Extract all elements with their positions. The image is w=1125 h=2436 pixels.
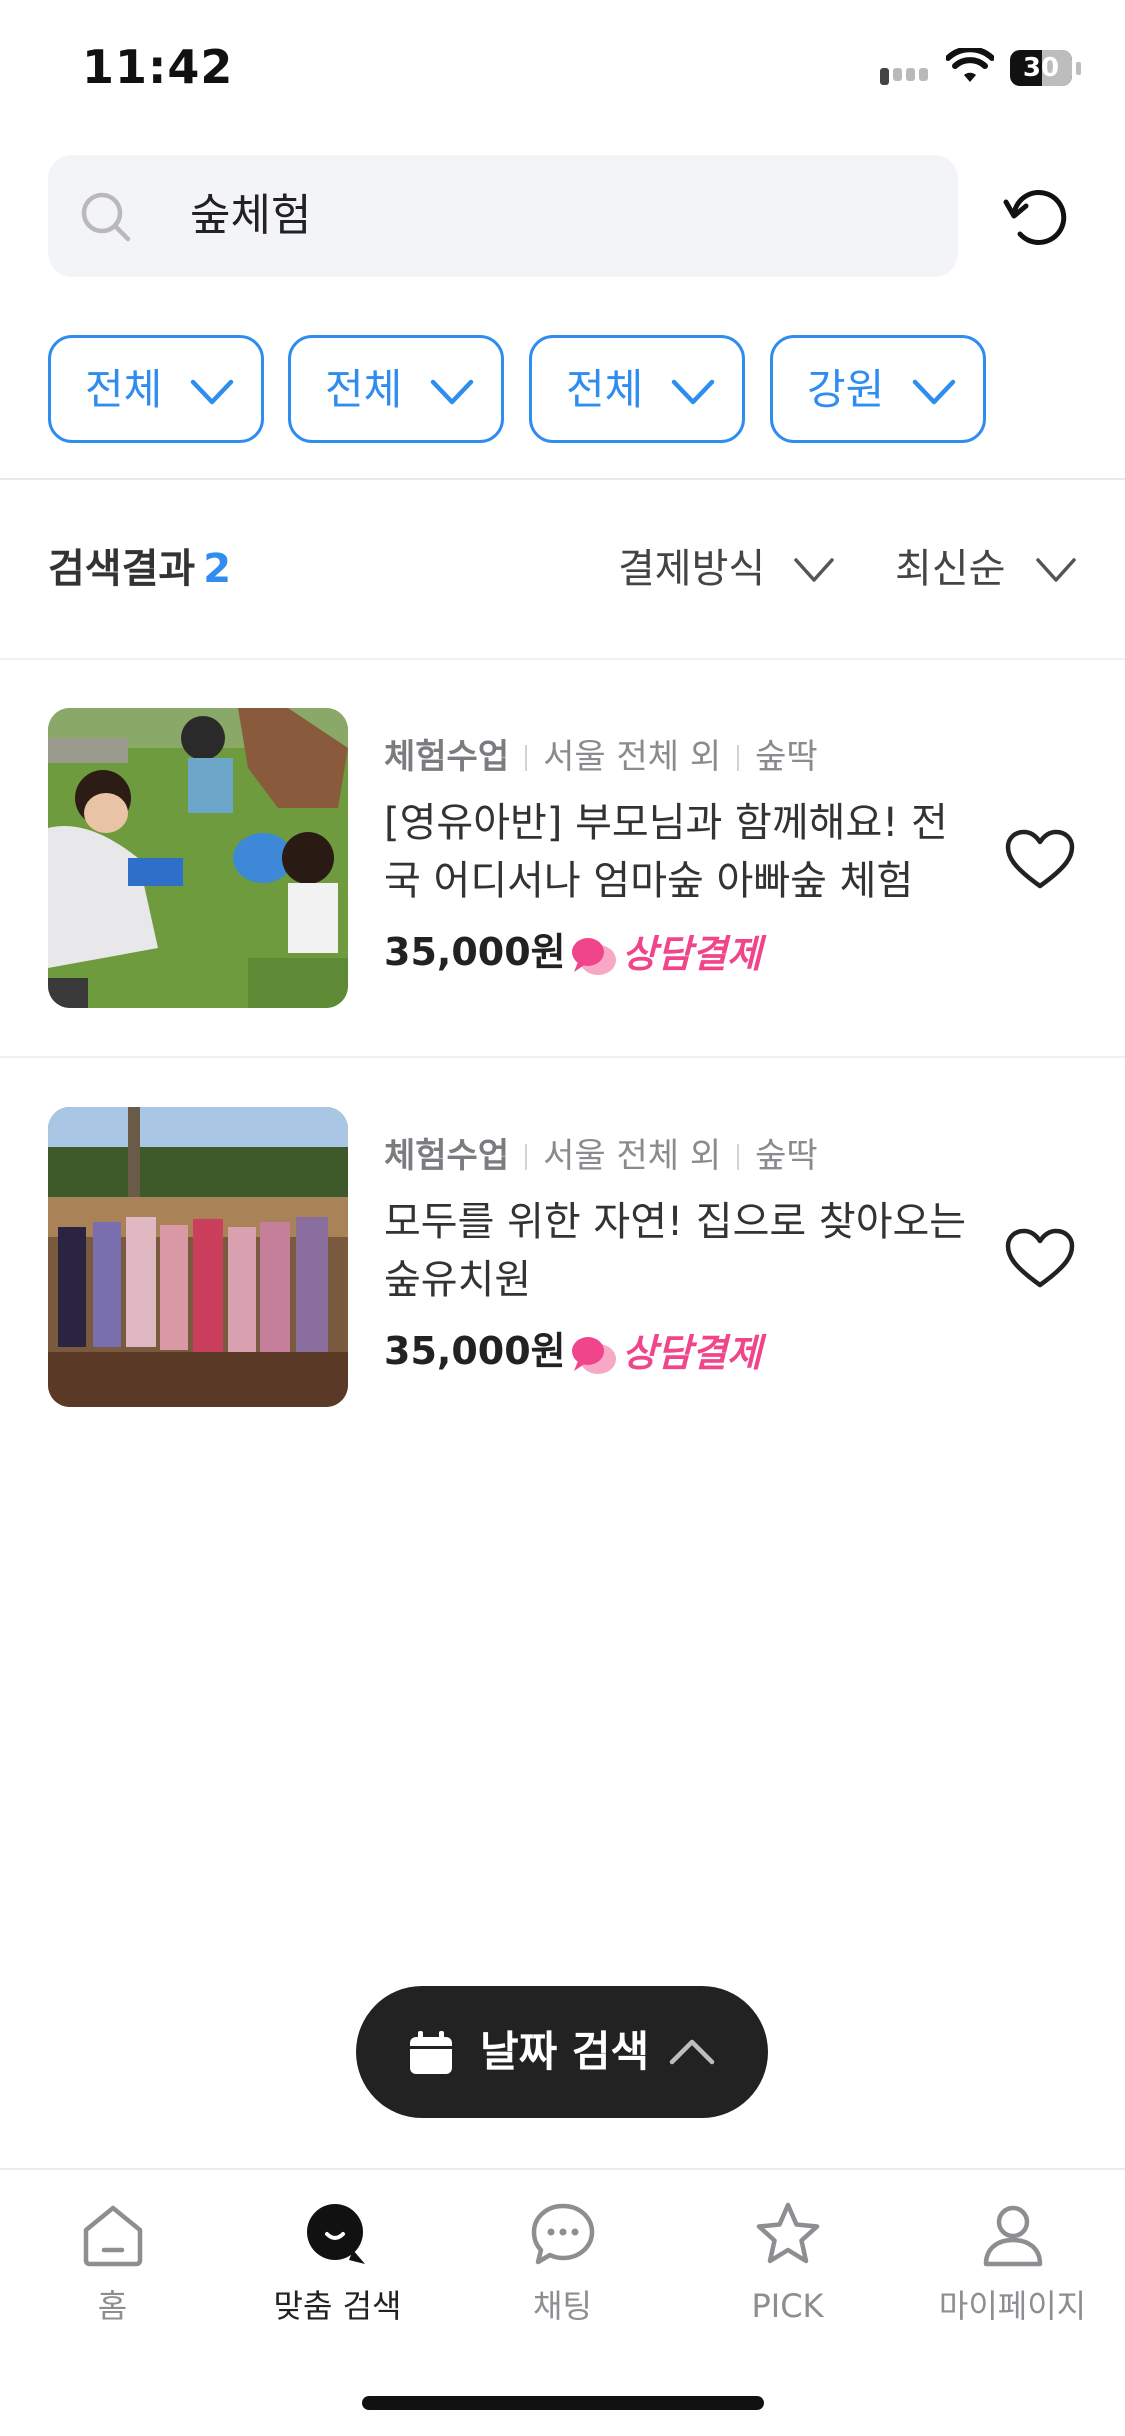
tab-label: 홈: [97, 2287, 128, 2325]
meta-separator: [525, 1144, 528, 1170]
chevron-down-icon: [190, 379, 234, 405]
chevron-down-icon: [794, 558, 834, 582]
tab-label: PICK: [751, 2287, 824, 2325]
filter-chip-3[interactable]: 전체: [529, 335, 745, 443]
results-count-number: 2: [203, 546, 232, 592]
results-count: 검색결과 2: [48, 540, 231, 598]
sort-order-label: 최신순: [895, 546, 1006, 592]
meta-separator: [737, 1144, 740, 1170]
tab-mypage[interactable]: 마이페이지: [900, 2200, 1125, 2330]
item-provider: 숲딱: [755, 737, 818, 777]
meta-separator: [737, 745, 740, 771]
search-query: 숲체험: [190, 190, 312, 241]
filter-chip-label: 전체: [325, 365, 403, 414]
consult-chat-icon: [572, 938, 616, 975]
home-icon: [83, 2205, 143, 2267]
sort-order-dropdown[interactable]: 최신순: [895, 540, 1076, 598]
status-time: 11:42: [82, 40, 234, 94]
tab-pick[interactable]: PICK: [675, 2200, 900, 2330]
battery-icon: 30: [1010, 50, 1072, 86]
date-search-button[interactable]: 날짜 검색: [356, 1986, 768, 2118]
payment-label: 상담결제: [622, 932, 762, 976]
custom-search-icon: [307, 2204, 365, 2264]
chevron-up-icon: [669, 2039, 715, 2065]
item-price: 35,000원: [384, 1329, 566, 1373]
chevron-down-icon: [912, 379, 956, 405]
item-title: [영유아반] 부모님과 함께해요! 전국 어디서나 엄마숲 아빠숲 체험: [384, 800, 948, 904]
tab-label: 마이페이지: [938, 2287, 1087, 2325]
list-item[interactable]: 체험수업 서울 전체 외 숲딱 [영유아반] 부모님과 함께해요! 전국 어디서나 …: [0, 708, 1125, 1068]
filter-chip-label: 전체: [85, 365, 163, 414]
search-input[interactable]: 숲체험: [48, 155, 958, 277]
divider: [0, 1056, 1125, 1058]
item-title: 모두를 위한 자연! 집으로 찾아오는 숲유치원: [384, 1199, 967, 1303]
wifi-icon: [946, 48, 994, 82]
filter-chip-region[interactable]: 강원: [770, 335, 986, 443]
filter-chip-2[interactable]: 전체: [288, 335, 504, 443]
consult-chat-icon: [572, 1337, 616, 1374]
payment-label: 상담결제: [622, 1331, 762, 1375]
filter-chip-label: 전체: [566, 365, 644, 414]
meta-separator: [525, 745, 528, 771]
chevron-down-icon: [430, 379, 474, 405]
item-category: 체험수업: [384, 737, 510, 777]
payment-method-dropdown[interactable]: 결제방식: [618, 540, 834, 598]
heart-icon[interactable]: [1004, 1227, 1076, 1291]
item-meta: 체험수업 서울 전체 외 숲딱: [384, 1133, 818, 1179]
chat-icon: [531, 2203, 595, 2265]
item-thumbnail: [48, 708, 348, 1008]
tab-custom-search[interactable]: 맞춤 검색: [225, 2200, 450, 2330]
item-provider: 숲딱: [755, 1136, 818, 1176]
item-category: 체험수업: [384, 1136, 510, 1176]
list-item[interactable]: 체험수업 서울 전체 외 숲딱 모두를 위한 자연! 집으로 찾아오는 숲유치원 3…: [0, 1107, 1125, 1467]
item-thumbnail: [48, 1107, 348, 1407]
filter-chip-1[interactable]: 전체: [48, 335, 264, 443]
date-search-label: 날짜 검색: [480, 2027, 650, 2076]
screen: 11:42 30 숲체험 전체 전체 전체 강원 검색결과 2 결제방식 최신순…: [0, 0, 1125, 2436]
tab-label: 맞춤 검색: [273, 2287, 402, 2325]
filter-chip-label: 강원: [807, 365, 885, 414]
tab-home[interactable]: 홈: [0, 2200, 225, 2330]
star-icon: [756, 2202, 820, 2264]
item-region: 서울 전체 외: [543, 737, 722, 777]
status-bar: 11:42 30: [0, 0, 1125, 140]
divider: [0, 658, 1125, 660]
battery-tip: [1076, 62, 1081, 75]
heart-icon[interactable]: [1004, 828, 1076, 892]
item-meta: 체험수업 서울 전체 외 숲딱: [384, 734, 818, 780]
chevron-down-icon: [1036, 558, 1076, 582]
cellular-signal-icon: [880, 66, 932, 85]
chevron-down-icon: [671, 379, 715, 405]
home-indicator: [362, 2396, 764, 2410]
tab-label: 채팅: [533, 2287, 592, 2325]
battery-level: 30: [1022, 53, 1060, 83]
results-label: 검색결과: [48, 546, 196, 592]
search-icon: [81, 192, 131, 242]
tab-chat[interactable]: 채팅: [450, 2200, 675, 2330]
item-region: 서울 전체 외: [543, 1136, 722, 1176]
profile-icon: [983, 2205, 1043, 2267]
item-price: 35,000원: [384, 930, 566, 974]
calendar-icon: [410, 2031, 452, 2074]
divider: [0, 478, 1125, 480]
payment-method-label: 결제방식: [618, 546, 766, 592]
refresh-icon[interactable]: [1000, 180, 1076, 256]
